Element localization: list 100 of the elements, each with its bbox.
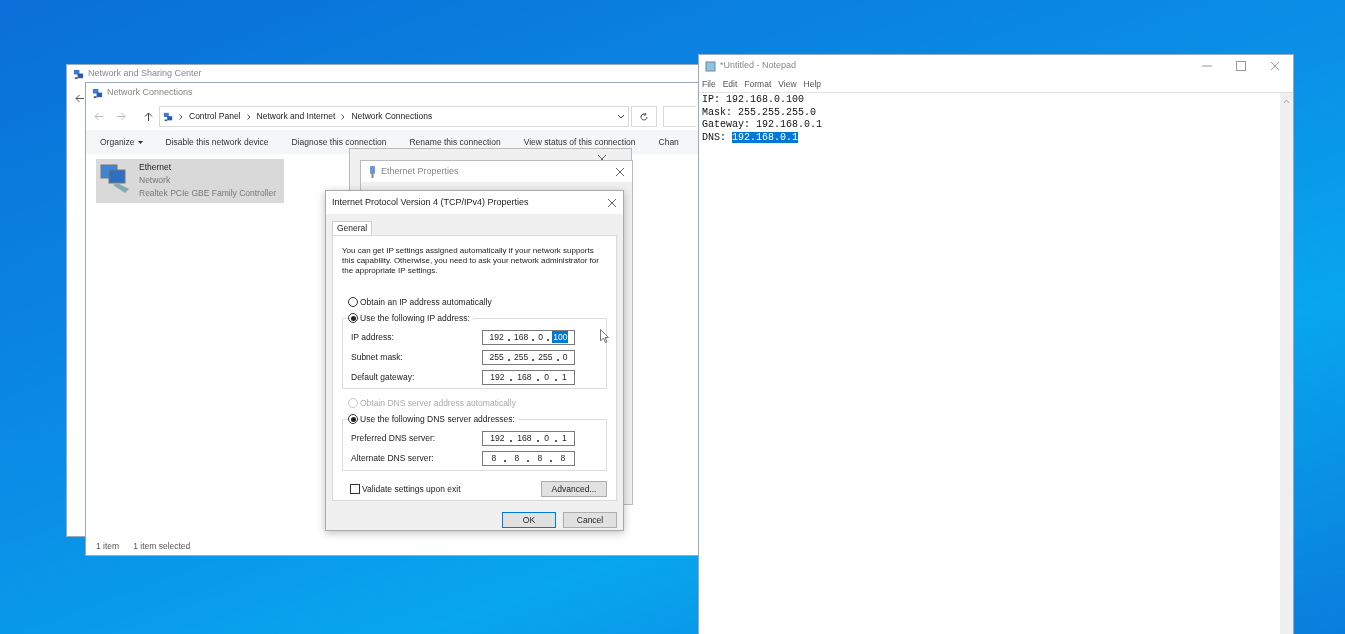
toolbar-button[interactable]: Organize [100,135,143,149]
text-line: IP: 192.168.0.100 [702,94,806,107]
octet-dot-icon [509,439,512,442]
menu-item[interactable]: Format [744,78,772,91]
field-label: IP address: [351,330,395,344]
ip-input-field[interactable]: 192 168 0 1 [482,430,575,446]
advanced-button[interactable]: Advanced... [541,481,607,497]
maximize-icon[interactable] [1236,61,1246,71]
breadcrumb-item[interactable]: Network Connections [351,110,433,123]
up-arrow-icon[interactable] [144,111,153,122]
toolbar-button[interactable]: Diagnose this connection [291,135,387,149]
status-text: 1 item selected [133,540,191,553]
tab[interactable]: General [332,221,373,235]
scrollbar[interactable] [1280,93,1293,634]
dropdown-icon[interactable] [617,113,625,120]
octet-value: 100 [552,330,569,344]
connection-status: Network [139,174,172,187]
toolbar-button[interactable]: Rename this connection [409,135,501,149]
window-title: Ethernet Properties [381,164,459,178]
octet-value: 8 [513,451,521,465]
connection-name: Ethernet [139,161,173,174]
refresh-icon [639,111,649,122]
ip-input-field[interactable]: 255 255 255 0 [482,349,575,365]
octet-dot-icon [536,439,539,442]
text-editor[interactable]: IP: 192.168.0.100 Mask: 255.255.255.0 Gateway: 192.168.0.1 DNS: 192.168.0.1 [699,93,1280,634]
menu-item[interactable]: Help [803,78,822,91]
octet-value: 8 [536,451,544,465]
text-line: Mask: 255.255.255.0 [702,106,818,120]
selected-text: 192.168.0.1 [732,132,799,144]
radio-button[interactable] [348,297,358,307]
radio-button[interactable] [348,414,358,424]
adapter-icon [369,165,376,178]
octet-value: 0 [537,330,545,344]
field-label: Preferred DNS server: [351,431,437,445]
toolbar-button[interactable]: View status of this connection [523,135,636,149]
dialog-button[interactable]: OK [502,512,556,528]
octet-value: 8 [490,451,498,465]
field-label: Default gateway: [351,370,416,384]
text-line: Gateway: 192.168.0.1 [702,119,824,133]
octet-dot-icon [536,378,539,381]
field-label: Alternate DNS server: [351,451,435,465]
ip-input-field[interactable]: 192 168 0 1 [482,369,575,385]
close-icon[interactable] [1270,61,1280,71]
octet-value: 0 [543,431,551,445]
close-icon[interactable] [607,197,617,208]
octet-dot-icon [532,358,535,361]
dialog-button[interactable]: Cancel [563,512,617,528]
octet-value: 255 [537,350,554,364]
octet-value: 192 [489,431,506,445]
connection-device: Realtek PCIe GBE Family Controller [139,187,276,200]
radio-label: Use the following IP address: [360,311,473,325]
breadcrumb-item[interactable]: Network and Internet [256,110,336,123]
dropdown-icon [137,140,143,144]
close-icon[interactable] [615,166,625,177]
search-field[interactable] [663,106,696,127]
address-bar[interactable]: Control Panel Network and Internet Network Connections [159,106,629,127]
octet-value: 168 [512,330,530,344]
octet-dot-icon [550,459,553,462]
ip-input-field[interactable]: 192 168 0 100 [482,329,575,345]
status-text: 1 item [96,540,120,553]
octet-dot-icon [504,459,507,462]
octet-value: 1 [560,431,568,445]
breadcrumb-item[interactable]: Control Panel [189,110,241,123]
octet-dot-icon [554,439,557,442]
toolbar-button[interactable]: Chan [658,135,679,149]
octet-value: 168 [516,431,533,445]
octet-dot-icon [547,338,550,341]
octet-value: 255 [512,350,530,364]
checkbox-label: Validate settings upon exit [362,482,461,496]
window-title: Network and Sharing Center [88,67,202,81]
toolbar-button[interactable]: Disable this network device [165,135,269,149]
connection-item[interactable]: Ethernet Network Realtek PCIe GBE Family Controller [96,159,284,203]
octet-value: 0 [561,350,569,364]
back-arrow-icon[interactable] [75,94,85,103]
description-text: You can get IP settings assigned automatically if your network supports this capability. Otherwise, you need to ask your network administrator for the appropriate IP settings. [342,246,600,276]
octet-value: 255 [488,350,505,364]
ip-input-field[interactable]: 8 8 8 8 [482,450,575,466]
chevron-icon [246,113,251,120]
menu-item[interactable]: Edit [722,78,738,91]
radio-button[interactable] [348,313,358,323]
menu-item[interactable]: File [702,78,716,91]
octet-value: 192 [489,370,506,384]
refresh-button[interactable] [631,106,657,127]
chevron-icon [179,113,183,120]
octet-dot-icon [507,338,510,341]
text-line: DNS: 192.168.0.1 [702,132,800,145]
octet-dot-icon [556,358,559,361]
network-icon [163,111,173,122]
octet-value: 0 [543,370,551,384]
notepad-icon [705,60,716,72]
menu-item[interactable]: View [778,78,797,91]
window-title: *Untitled - Notepad [720,59,797,73]
octet-dot-icon [509,378,512,381]
octet-value: 168 [516,370,533,384]
cursor-icon [600,329,609,343]
octet-value: 8 [559,451,567,465]
radio-label: Obtain an IP address automatically [360,295,495,309]
network-icon [92,87,103,99]
checkbox[interactable] [350,484,360,494]
network-adapter-icon [99,161,131,195]
